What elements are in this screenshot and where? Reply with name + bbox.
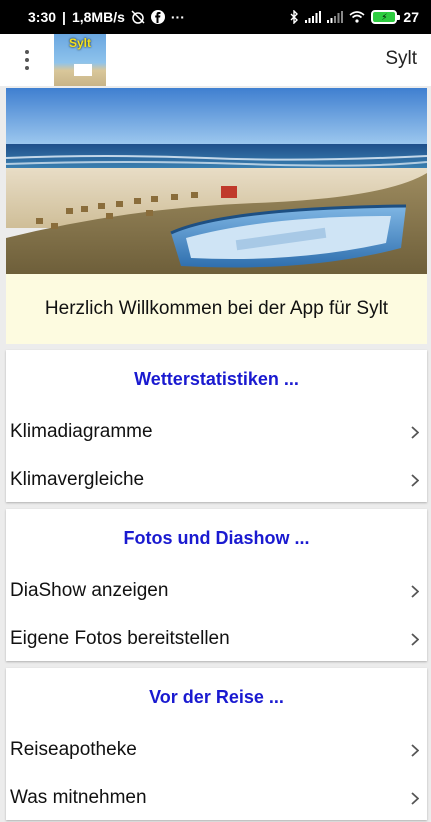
list-item-label: DiaShow anzeigen: [10, 580, 169, 601]
menu-dot: [25, 66, 29, 70]
signal-secondary-icon: [327, 11, 344, 23]
facebook-icon: [150, 10, 165, 24]
list-item-label: Eigene Fotos bereitstellen: [10, 628, 230, 649]
list-item-label: Was mitnehmen: [10, 787, 147, 808]
chevron-right-icon: [409, 743, 421, 757]
list-item-was-mitnehmen[interactable]: Was mitnehmen: [6, 774, 427, 822]
list-item-label: Klimadiagramme: [10, 421, 153, 442]
battery-icon: ⚡: [371, 10, 401, 24]
list-item-klimadiagramme[interactable]: Klimadiagramme: [6, 408, 427, 456]
signal-icon: [305, 11, 322, 23]
app-bar: Sylt Sylt: [0, 34, 431, 86]
chevron-right-icon: [409, 791, 421, 805]
chevron-right-icon: [409, 632, 421, 646]
more-vert-icon[interactable]: [0, 34, 54, 86]
section-before-trip: Vor der Reise ... Reiseapotheke Was mitn…: [6, 668, 427, 820]
list-item-diashow[interactable]: DiaShow anzeigen: [6, 567, 427, 615]
battery-level: 27: [403, 9, 419, 25]
bluetooth-icon: [289, 10, 299, 24]
welcome-text: Herzlich Willkommen bei der App für Sylt: [44, 298, 389, 319]
menu-dot: [25, 50, 29, 54]
app-logo[interactable]: Sylt: [54, 34, 106, 86]
section-title: Fotos und Diashow ...: [123, 527, 310, 548]
status-bar-right: ⚡ 27: [289, 9, 419, 25]
list-item-label: Klimavergleiche: [10, 469, 145, 490]
logo-text: Sylt: [68, 36, 91, 50]
wifi-icon: [349, 11, 365, 23]
status-bar-left: 3:30 | 1,8MB/s ···: [28, 9, 185, 25]
alarm-off-icon: [131, 10, 145, 24]
menu-dot: [25, 58, 29, 62]
section-title: Wetterstatistiken ...: [134, 368, 299, 389]
list-item-reiseapotheke[interactable]: Reiseapotheke: [6, 726, 427, 774]
chevron-right-icon: [409, 584, 421, 598]
logo-hut: [74, 64, 92, 76]
section-photos: Fotos und Diashow ... DiaShow anzeigen E…: [6, 509, 427, 661]
list-item-klimavergleiche[interactable]: Klimavergleiche: [6, 456, 427, 504]
status-bar: 3:30 | 1,8MB/s ··· ⚡ 27: [0, 0, 431, 34]
status-net-speed: 1,8MB/s: [71, 9, 125, 25]
status-time: 3:30: [28, 9, 57, 25]
hero-image: [6, 88, 427, 274]
section-title: Vor der Reise ...: [149, 686, 284, 707]
status-separator: |: [62, 9, 66, 25]
welcome-banner: Herzlich Willkommen bei der App für Sylt: [6, 274, 427, 344]
status-more: ···: [170, 9, 185, 25]
list-item-eigene-fotos[interactable]: Eigene Fotos bereitstellen: [6, 615, 427, 663]
chevron-right-icon: [409, 425, 421, 439]
chevron-right-icon: [409, 473, 421, 487]
section-weather: Wetterstatistiken ... Klimadiagramme Kli…: [6, 350, 427, 502]
list-item-label: Reiseapotheke: [10, 739, 137, 760]
app-title: Sylt: [385, 48, 417, 69]
